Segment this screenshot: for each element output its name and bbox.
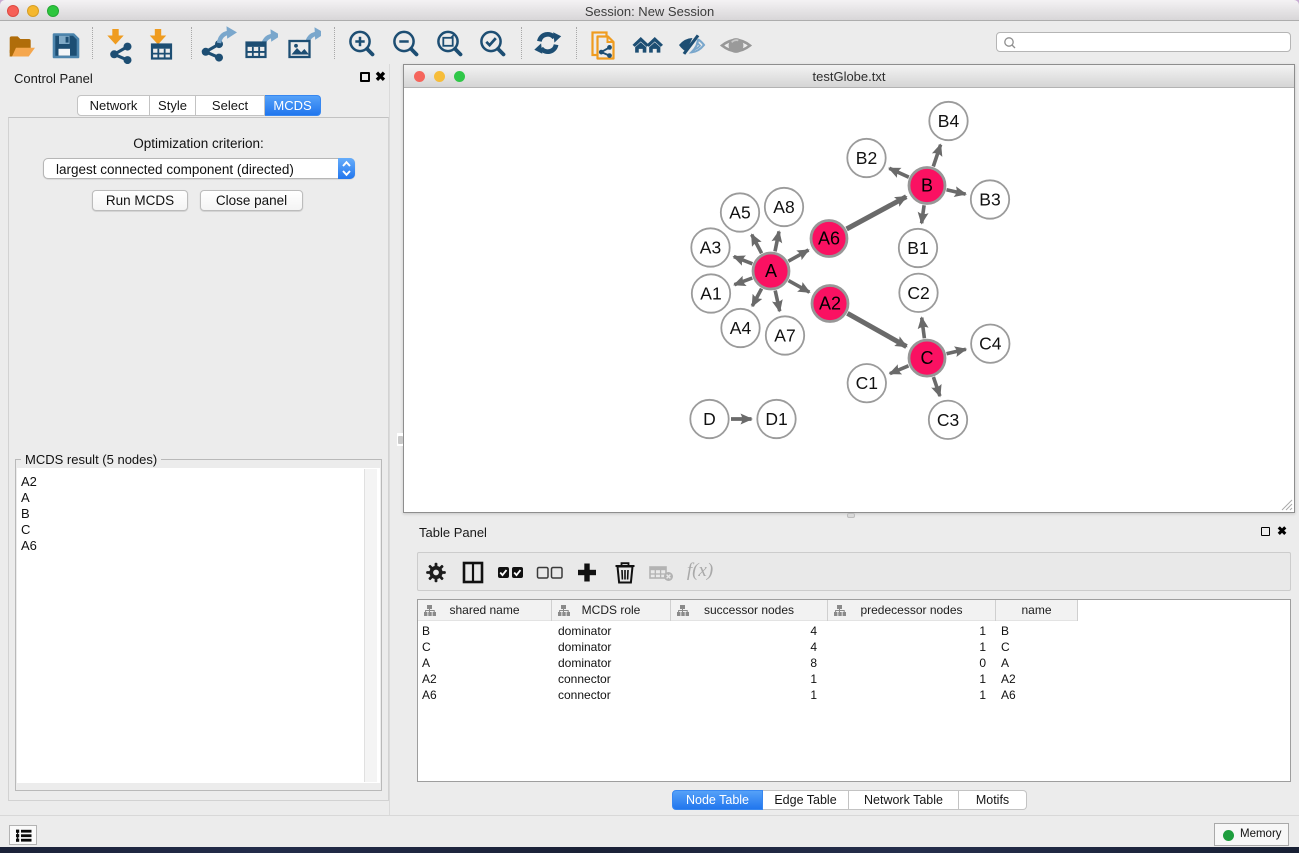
svg-text:C: C <box>921 348 934 368</box>
svg-text:D: D <box>703 409 716 429</box>
svg-text:C1: C1 <box>856 373 878 393</box>
svg-text:D1: D1 <box>765 409 787 429</box>
svg-text:C4: C4 <box>979 334 1002 354</box>
svg-text:B3: B3 <box>979 190 1000 210</box>
svg-text:A3: A3 <box>700 238 721 258</box>
svg-text:A1: A1 <box>700 284 721 304</box>
svg-text:B2: B2 <box>856 148 877 168</box>
svg-text:A2: A2 <box>819 294 841 314</box>
svg-text:B1: B1 <box>907 238 928 258</box>
svg-text:A7: A7 <box>774 326 795 346</box>
svg-text:C3: C3 <box>937 410 959 430</box>
svg-text:C2: C2 <box>907 283 929 303</box>
svg-text:B: B <box>921 176 933 196</box>
svg-text:A4: A4 <box>730 318 752 338</box>
svg-text:A8: A8 <box>773 197 794 217</box>
svg-text:B4: B4 <box>938 111 960 131</box>
svg-text:A5: A5 <box>729 203 750 223</box>
svg-text:A6: A6 <box>818 229 840 249</box>
svg-text:A: A <box>765 261 777 281</box>
